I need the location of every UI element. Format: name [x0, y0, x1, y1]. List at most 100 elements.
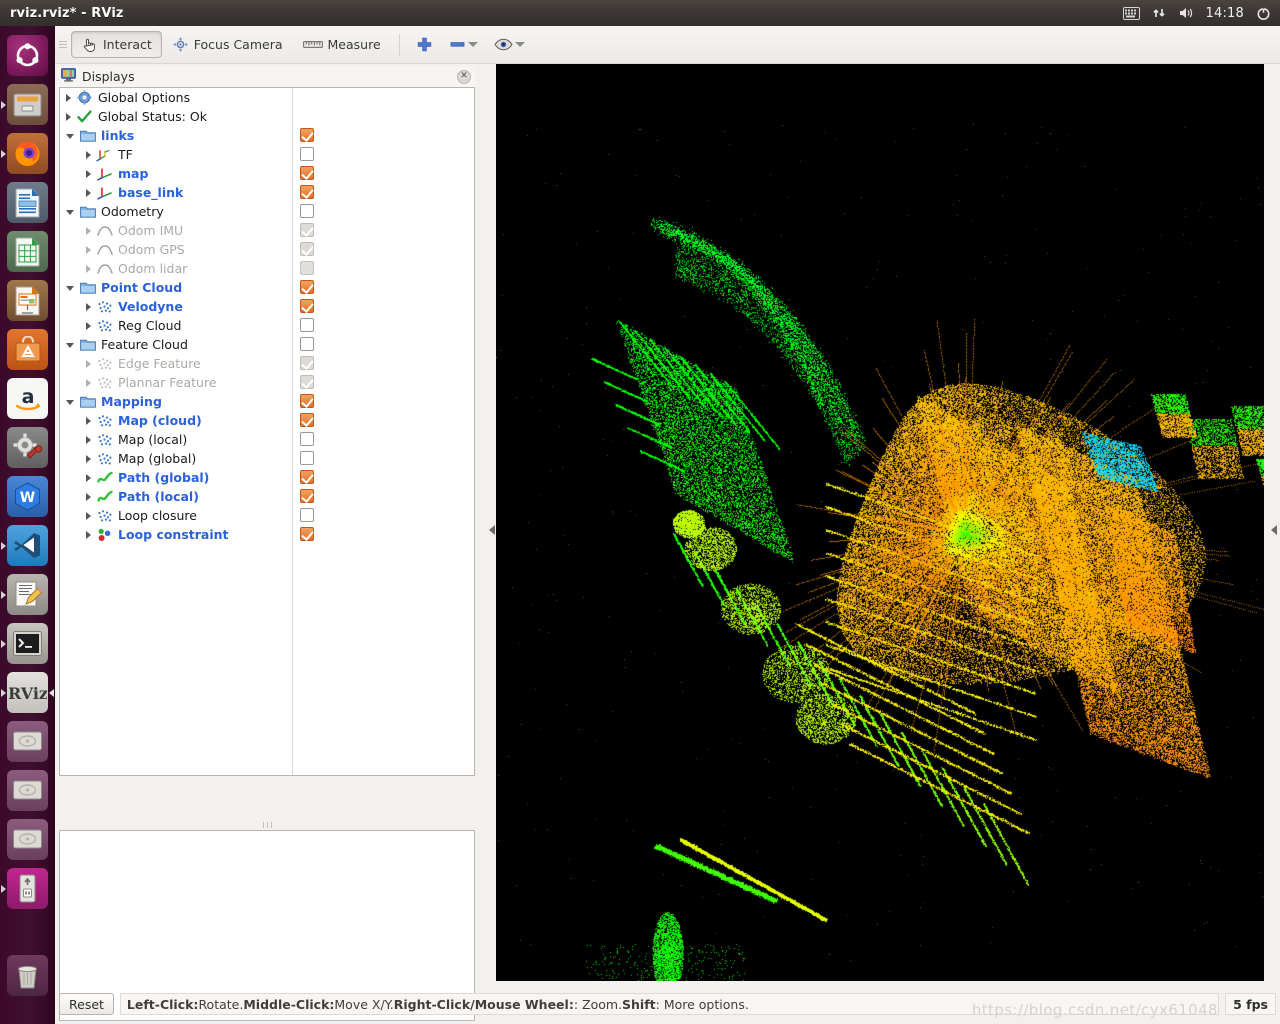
visibility-checkbox[interactable] — [300, 318, 314, 332]
visibility-checkbox[interactable] — [300, 337, 314, 351]
chevron-down-icon[interactable] — [66, 343, 74, 348]
tree-item-odometry[interactable]: Odometry — [60, 202, 474, 221]
tree-item-loop-closure[interactable]: Loop closure — [60, 506, 474, 525]
tree-item-plannar-feature[interactable]: Plannar Feature — [60, 373, 474, 392]
chevron-right-icon[interactable] — [86, 302, 91, 311]
visibility-checkbox[interactable] — [300, 261, 314, 275]
chevron-right-icon[interactable] — [86, 416, 91, 425]
chevron-right-icon[interactable] — [86, 473, 91, 482]
launcher-item-libreoffice-writer[interactable] — [0, 178, 55, 227]
visibility-checkbox[interactable] — [300, 242, 314, 256]
visibility-checkbox[interactable] — [300, 223, 314, 237]
launcher-item-wps-office[interactable]: W — [0, 472, 55, 521]
chevron-right-icon[interactable] — [66, 112, 71, 121]
chevron-right-icon[interactable] — [86, 169, 91, 178]
tree-item-map-cloud[interactable]: Map (cloud) — [60, 411, 474, 430]
launcher-item-terminal[interactable] — [0, 619, 55, 668]
tree-item-map-local[interactable]: Map (local) — [60, 430, 474, 449]
launcher-item-usb-drive[interactable] — [0, 864, 55, 913]
remove-tool-button[interactable] — [441, 31, 486, 58]
chevron-down-icon[interactable] — [66, 286, 74, 291]
tree-item-odom-lidar[interactable]: Odom lidar — [60, 259, 474, 278]
visibility-checkbox[interactable] — [300, 527, 314, 541]
toolbar-grip[interactable] — [59, 35, 69, 55]
visibility-checkbox[interactable] — [300, 356, 314, 370]
tree-item-global-options[interactable]: Global Options — [60, 88, 474, 107]
launcher-item-ubuntu-dash[interactable] — [0, 31, 55, 80]
remove-dropdown-caret-icon[interactable] — [467, 42, 478, 47]
tree-item-odom-imu[interactable]: Odom IMU — [60, 221, 474, 240]
visibility-dropdown-caret-icon[interactable] — [514, 42, 525, 47]
chevron-right-icon[interactable] — [86, 150, 91, 159]
chevron-right-icon[interactable] — [86, 245, 91, 254]
tree-item-base-link[interactable]: base_link — [60, 183, 474, 202]
visibility-checkbox[interactable] — [300, 451, 314, 465]
visibility-checkbox[interactable] — [300, 489, 314, 503]
launcher-item-vscode[interactable] — [0, 521, 55, 570]
clock[interactable]: 14:18 — [1206, 6, 1244, 21]
tree-item-odom-gps[interactable]: Odom GPS — [60, 240, 474, 259]
chevron-right-icon[interactable] — [86, 321, 91, 330]
panel-splitter[interactable] — [59, 820, 475, 829]
measure-tool-button[interactable]: Measure — [293, 31, 391, 58]
launcher-item-software-center[interactable] — [0, 325, 55, 374]
launcher-item-trash[interactable] — [0, 951, 55, 1000]
add-tool-button[interactable] — [408, 31, 441, 58]
render-view-3d[interactable] — [496, 64, 1264, 981]
tree-item-links[interactable]: links — [60, 126, 474, 145]
visibility-checkbox[interactable] — [300, 166, 314, 180]
visibility-checkbox[interactable] — [300, 185, 314, 199]
right-panel-collapse-handle[interactable] — [1269, 516, 1278, 544]
tree-item-point-cloud[interactable]: Point Cloud — [60, 278, 474, 297]
launcher-item-firefox[interactable] — [0, 129, 55, 178]
visibility-checkbox[interactable] — [300, 299, 314, 313]
visibility-tool-button[interactable] — [486, 31, 533, 58]
launcher-item-text-editor[interactable] — [0, 570, 55, 619]
chevron-down-icon[interactable] — [66, 134, 74, 139]
chevron-down-icon[interactable] — [66, 210, 74, 215]
visibility-checkbox[interactable] — [300, 375, 314, 389]
network-updown-icon[interactable] — [1152, 6, 1166, 20]
tree-item-global-status-ok[interactable]: Global Status: Ok — [60, 107, 474, 126]
launcher-item-libreoffice-calc[interactable] — [0, 227, 55, 276]
tree-item-map-global[interactable]: Map (global) — [60, 449, 474, 468]
launcher-item-rviz[interactable]: RViz — [0, 668, 55, 717]
chevron-right-icon[interactable] — [66, 93, 71, 102]
close-icon[interactable]: ✕ — [457, 69, 471, 84]
chevron-right-icon[interactable] — [86, 378, 91, 387]
tree-item-mapping[interactable]: Mapping — [60, 392, 474, 411]
launcher-item-files[interactable] — [0, 80, 55, 129]
launcher-item-disk-volume-3[interactable] — [0, 815, 55, 864]
interact-tool-button[interactable]: Interact — [71, 31, 162, 58]
tree-item-path-global[interactable]: Path (global) — [60, 468, 474, 487]
visibility-checkbox[interactable] — [300, 470, 314, 484]
visibility-checkbox[interactable] — [300, 147, 314, 161]
volume-icon[interactable] — [1178, 6, 1194, 20]
tree-item-edge-feature[interactable]: Edge Feature — [60, 354, 474, 373]
tree-item-reg-cloud[interactable]: Reg Cloud — [60, 316, 474, 335]
chevron-right-icon[interactable] — [86, 188, 91, 197]
chevron-right-icon[interactable] — [86, 511, 91, 520]
chevron-down-icon[interactable] — [66, 400, 74, 405]
launcher-item-disk-volume-1[interactable] — [0, 717, 55, 766]
visibility-checkbox[interactable] — [300, 280, 314, 294]
visibility-checkbox[interactable] — [300, 508, 314, 522]
chevron-right-icon[interactable] — [86, 359, 91, 368]
tree-item-tf[interactable]: TF — [60, 145, 474, 164]
chevron-right-icon[interactable] — [86, 492, 91, 501]
tree-item-path-local[interactable]: Path (local) — [60, 487, 474, 506]
tree-item-feature-cloud[interactable]: Feature Cloud — [60, 335, 474, 354]
chevron-right-icon[interactable] — [86, 226, 91, 235]
visibility-checkbox[interactable] — [300, 413, 314, 427]
visibility-checkbox[interactable] — [300, 128, 314, 142]
reset-button[interactable]: Reset — [59, 993, 114, 1015]
power-gear-icon[interactable] — [1256, 6, 1271, 21]
left-panel-collapse-handle[interactable] — [487, 516, 496, 544]
launcher-item-disk-volume-2[interactable] — [0, 766, 55, 815]
chevron-right-icon[interactable] — [86, 454, 91, 463]
launcher-item-system-settings[interactable] — [0, 423, 55, 472]
tree-item-velodyne[interactable]: Velodyne — [60, 297, 474, 316]
launcher-item-libreoffice-impress[interactable] — [0, 276, 55, 325]
displays-tree[interactable]: Global Options Global Status: Ok links TF ma… — [59, 87, 475, 776]
focus-camera-tool-button[interactable]: Focus Camera — [162, 31, 293, 58]
